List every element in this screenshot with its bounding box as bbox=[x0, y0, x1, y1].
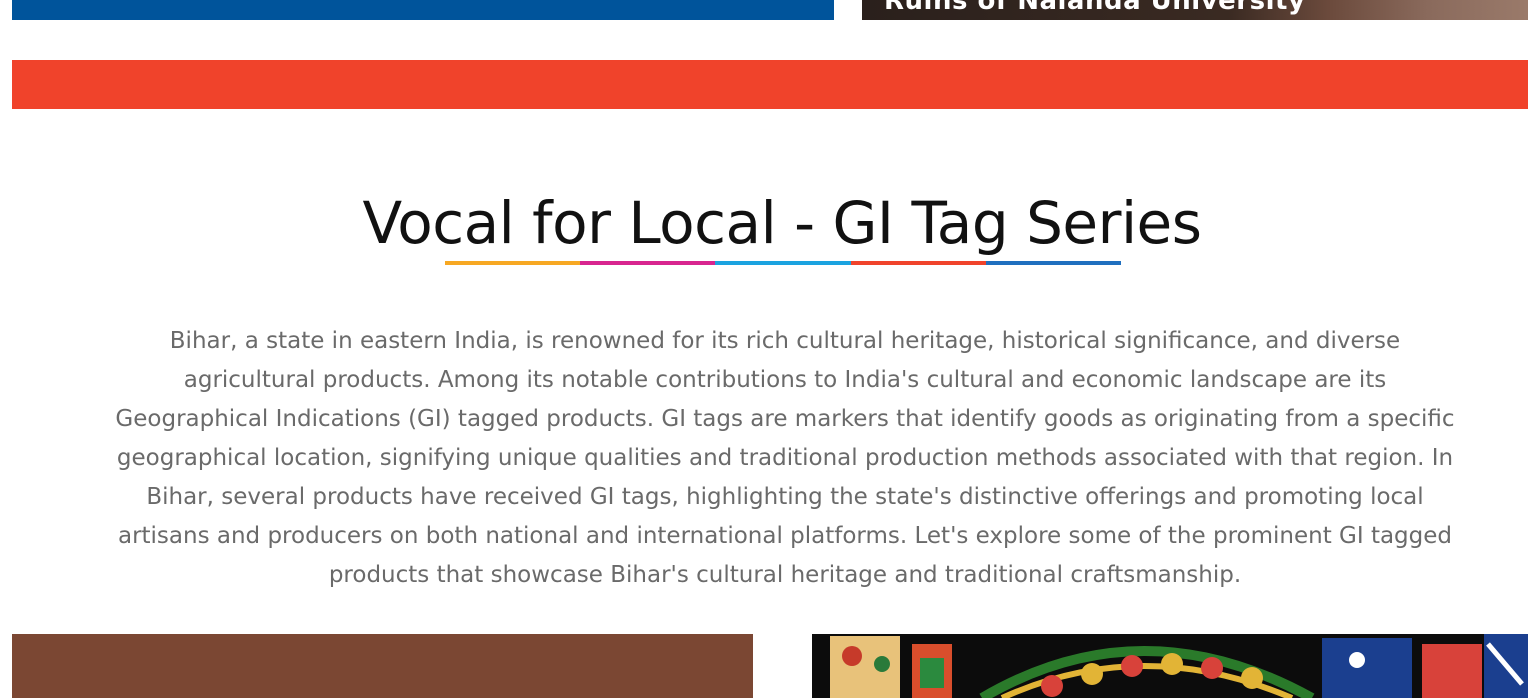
top-blue-banner bbox=[12, 0, 834, 20]
underline-segment bbox=[985, 261, 1122, 265]
underline-segment bbox=[445, 261, 581, 265]
title-underline bbox=[445, 261, 1122, 265]
underline-segment bbox=[580, 261, 716, 265]
product-card-brown[interactable] bbox=[12, 634, 753, 698]
underline-segment bbox=[715, 261, 851, 265]
image-caption: Ruins of Nalanda University bbox=[884, 0, 1306, 16]
madhubani-painting-image bbox=[812, 634, 1528, 698]
product-card-madhubani-image[interactable] bbox=[812, 634, 1528, 698]
section-title: Vocal for Local - GI Tag Series bbox=[362, 189, 1202, 257]
red-divider-bar bbox=[12, 60, 1528, 109]
underline-segment bbox=[850, 261, 986, 265]
page: Ruins of Nalanda University Vocal for Lo… bbox=[0, 0, 1528, 698]
intro-paragraph: Bihar, a state in eastern India, is reno… bbox=[115, 328, 1455, 588]
nalanda-ruins-image[interactable]: Ruins of Nalanda University bbox=[862, 0, 1528, 20]
